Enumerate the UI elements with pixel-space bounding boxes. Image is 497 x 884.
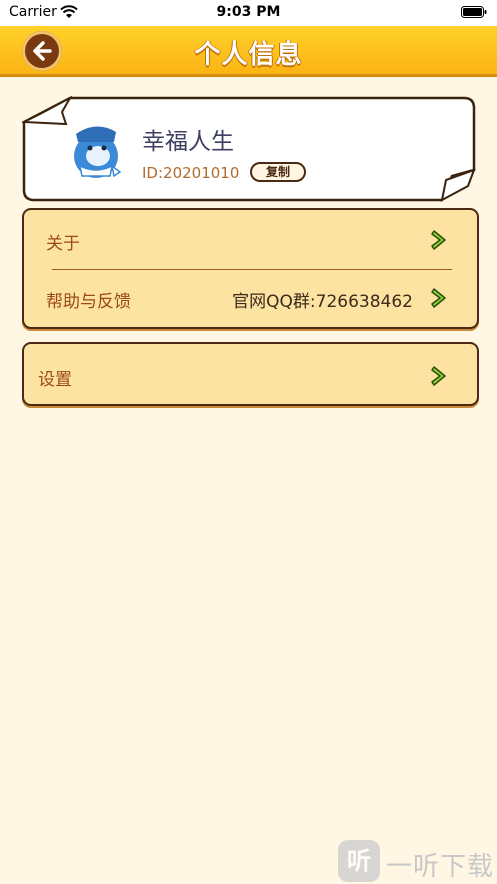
nav-bar: 个人信息	[0, 26, 497, 77]
profile-id: ID:20201010	[142, 164, 240, 182]
profile-name: 幸福人生	[142, 129, 234, 155]
menu-item-settings[interactable]: 设置	[24, 348, 477, 404]
menu-group-settings: 设置	[22, 342, 479, 406]
avatar	[74, 126, 122, 178]
menu-item-label: 关于	[46, 234, 80, 254]
menu-item-label: 帮助与反馈	[46, 292, 131, 312]
chevron-right-icon	[431, 366, 446, 386]
watermark-logo-icon: 听	[338, 840, 380, 882]
menu-item-help-feedback[interactable]: 帮助与反馈 官网QQ群:726638462	[24, 270, 477, 326]
menu-item-label: 设置	[38, 370, 72, 390]
status-bar: Carrier 9:03 PM	[0, 0, 497, 26]
profile-card: 幸福人生 ID:20201010 复制	[22, 96, 476, 202]
qq-group-value: 官网QQ群:726638462	[232, 292, 413, 312]
battery-icon	[461, 6, 487, 18]
chevron-right-icon	[431, 288, 446, 308]
menu-item-about[interactable]: 关于	[24, 212, 477, 268]
page-title: 个人信息	[194, 40, 303, 70]
copy-id-button[interactable]: 复制	[250, 162, 306, 182]
status-time: 9:03 PM	[216, 4, 281, 20]
watermark-text: 一听下载	[386, 852, 495, 882]
watermark: 听 一听下载	[338, 840, 497, 884]
menu-group-info: 关于 帮助与反馈 官网QQ群:726638462	[22, 208, 479, 329]
chevron-right-icon	[431, 230, 446, 250]
